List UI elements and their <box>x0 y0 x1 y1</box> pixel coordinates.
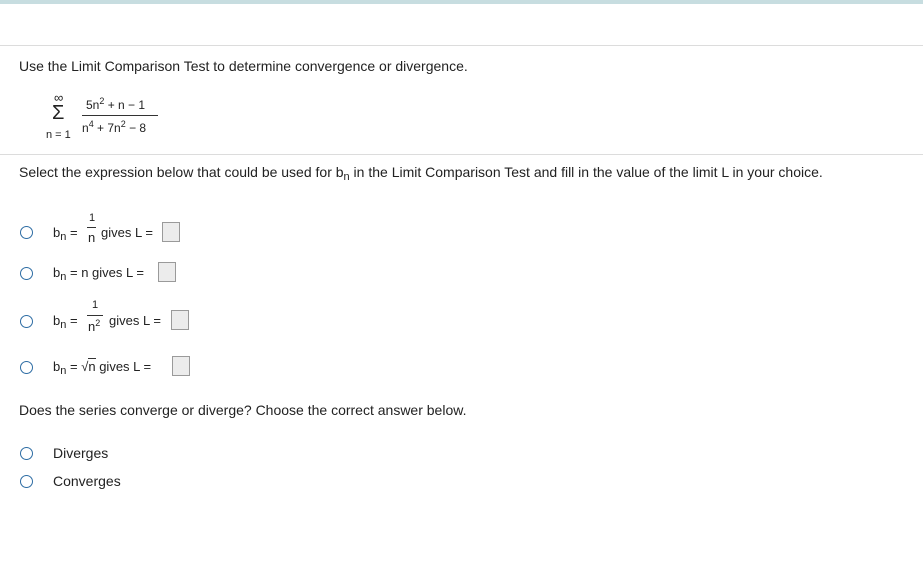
option-3-radio[interactable] <box>20 315 33 328</box>
diverges-label[interactable]: Diverges <box>53 445 108 461</box>
option-1-limit-input[interactable] <box>162 222 180 242</box>
instruction-text: Use the Limit Comparison Test to determi… <box>19 58 468 74</box>
converges-label[interactable]: Converges <box>53 473 121 489</box>
top-accent-bar <box>0 0 923 4</box>
option-3-numerator: 1 <box>92 299 99 311</box>
option-2-expression: bn = n gives L = <box>53 265 144 283</box>
option-1-gives: gives L = <box>101 225 153 240</box>
option-4-expression: bn = √n gives L = <box>53 358 152 377</box>
divider-middle <box>0 154 923 155</box>
series-denominator: n4 + 7n2 − 8 <box>82 119 147 135</box>
option-4-radio[interactable] <box>20 361 33 374</box>
option-3-denominator: n2 <box>88 318 101 335</box>
option-1-bn: bn = <box>53 225 78 243</box>
option-1-denominator: n <box>88 230 96 245</box>
select-prompt: Select the expression below that could b… <box>19 164 823 183</box>
sqrt-radicand: n <box>88 358 96 374</box>
option-3-gives: gives L = <box>109 313 161 328</box>
fraction-bar <box>82 115 158 116</box>
option-1-radio[interactable] <box>20 226 33 239</box>
option-1-numerator: 1 <box>89 212 96 224</box>
converge-prompt: Does the series converge or diverge? Cho… <box>19 402 467 418</box>
option-2-limit-input[interactable] <box>158 262 176 282</box>
series-numerator: 5n2 + n − 1 <box>86 96 146 112</box>
divider-top <box>0 45 923 46</box>
option-3-limit-input[interactable] <box>171 310 189 330</box>
sum-lower-limit: n = 1 <box>46 129 71 141</box>
option-3-bn: bn = <box>53 313 78 331</box>
sigma-symbol: Σ <box>52 102 65 124</box>
option-1-fraction-bar <box>87 227 96 228</box>
converges-radio[interactable] <box>20 475 33 488</box>
diverges-radio[interactable] <box>20 447 33 460</box>
option-2-radio[interactable] <box>20 267 33 280</box>
option-4-limit-input[interactable] <box>172 356 190 376</box>
option-3-fraction-bar <box>87 315 103 316</box>
